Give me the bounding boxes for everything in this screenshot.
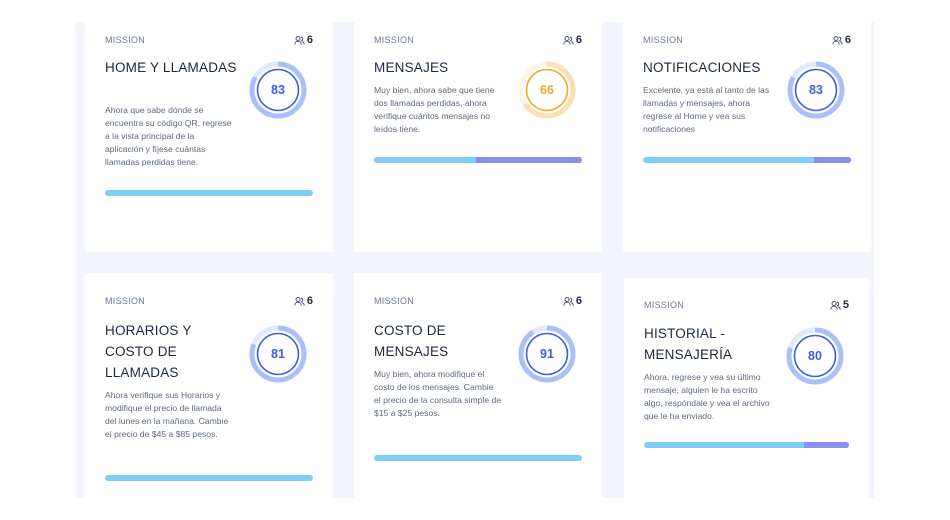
members-number: 6 — [306, 295, 313, 307]
members-number: 6 — [575, 34, 582, 46]
members-count: 6 — [294, 34, 313, 46]
progress-bar — [105, 475, 313, 481]
score-ring: 83 — [248, 60, 308, 120]
members-number: 6 — [844, 34, 851, 46]
progress-bar — [643, 157, 851, 163]
mission-label: MISSION — [105, 35, 146, 45]
progress-bar-segment — [475, 157, 582, 163]
mission-description: Muy bien, ahora sabe que tiene dos llama… — [374, 85, 495, 134]
score-value: 91 — [540, 347, 554, 361]
members-count: 6 — [563, 295, 582, 307]
users-icon — [563, 296, 574, 306]
mission-description: Excelente, ya está al tanto de las llama… — [643, 85, 770, 134]
mission-title: HOME Y LLAMADAS — [105, 60, 237, 75]
mission-title: NOTIFICACIONES — [643, 60, 761, 75]
mission-label: MISSION — [374, 35, 415, 45]
score-ring: 81 — [248, 324, 308, 384]
mission-card[interactable]: MISSION 5 HISTORIAL - MENSAJERÍA Ahora, … — [624, 278, 869, 498]
members-number: 6 — [306, 34, 313, 46]
mission-label: MISSION — [644, 300, 685, 310]
users-icon — [830, 300, 841, 310]
users-icon — [832, 35, 843, 45]
progress-bar — [374, 455, 582, 461]
members-number: 6 — [575, 295, 582, 307]
mission-card[interactable]: MISSION 6 HORARIOS Y COSTO DE LLAMADAS A… — [85, 273, 333, 498]
mission-label: MISSION — [105, 296, 146, 306]
mission-card[interactable]: MISSION 6 NOTIFICACIONES Excelente, ya e… — [623, 22, 871, 252]
mission-card[interactable]: MISSION 6 HOME Y LLAMADAS Ahora que sabe… — [85, 22, 333, 252]
users-icon — [294, 35, 305, 45]
score-value: 81 — [271, 347, 285, 361]
mission-label: MISSION — [374, 296, 415, 306]
members-count: 5 — [830, 299, 849, 311]
mission-description: Ahora verifique sus Horarios y modifique… — [105, 390, 229, 439]
members-count: 6 — [294, 295, 313, 307]
progress-bar-segment — [803, 442, 849, 448]
mission-card[interactable]: MISSION 6 COSTO DE MENSAJES Muy bien, ah… — [354, 273, 602, 498]
score-value: 83 — [271, 83, 285, 97]
score-value: 83 — [809, 83, 823, 97]
score-value: 80 — [808, 349, 822, 363]
mission-card[interactable]: MISSION 6 MENSAJES Muy bien, ahora sabe … — [354, 22, 602, 252]
mission-title: HORARIOS Y COSTO DE LLAMADAS — [105, 323, 192, 380]
mission-title: COSTO DE MENSAJES — [374, 323, 449, 359]
mission-description: Ahora, regrese y vea su último mensaje, … — [644, 372, 770, 421]
mission-description: Muy bien, ahora modifique el costo de lo… — [374, 369, 502, 418]
progress-bar-segment — [813, 157, 851, 163]
score-ring: 91 — [517, 324, 577, 384]
progress-bar — [644, 442, 849, 448]
score-ring: 83 — [786, 60, 846, 120]
users-icon — [294, 296, 305, 306]
mission-label: MISSION — [643, 35, 684, 45]
members-count: 6 — [832, 34, 851, 46]
members-count: 6 — [563, 34, 582, 46]
mission-description: Ahora que sabe dónde se encuentra su cód… — [105, 105, 232, 167]
mission-title: MENSAJES — [374, 60, 449, 75]
score-ring: 80 — [785, 326, 845, 386]
members-number: 5 — [842, 299, 849, 311]
score-value: 66 — [540, 83, 554, 97]
progress-bar — [105, 190, 313, 196]
users-icon — [563, 35, 574, 45]
score-ring: 66 — [517, 60, 577, 120]
progress-bar — [374, 157, 582, 163]
mission-title: HISTORIAL - MENSAJERÍA — [644, 326, 733, 362]
